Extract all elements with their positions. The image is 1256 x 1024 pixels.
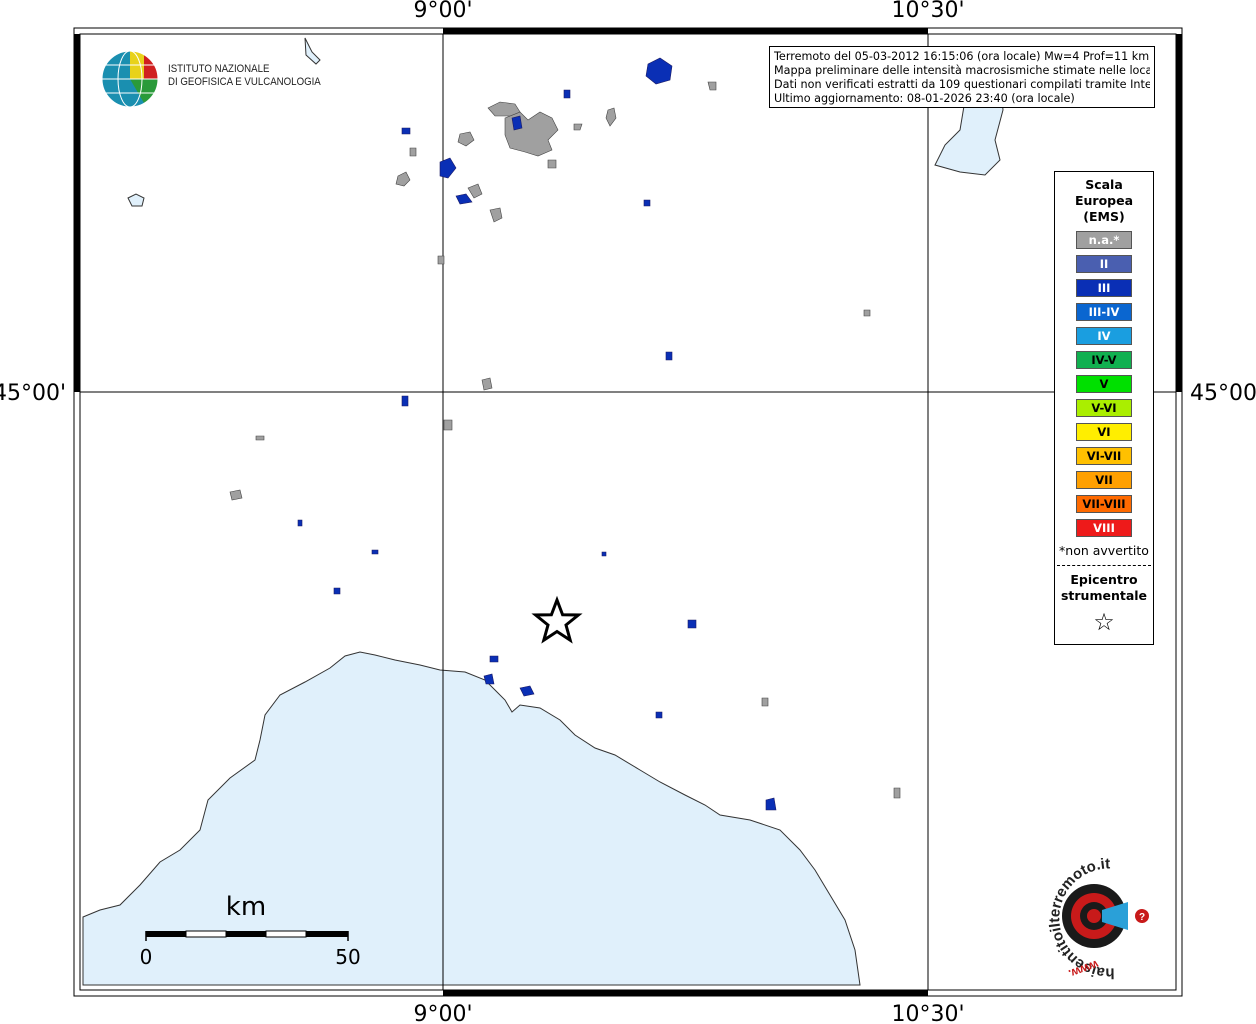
ingv-logo: ISTITUTO NAZIONALE DI GEOFISICA E VULCAN… — [100, 47, 321, 111]
legend-divider — [1057, 565, 1151, 566]
epicenter-star — [531, 595, 583, 644]
scale-bar-start: 0 — [140, 945, 153, 969]
epicenter-legend-line: strumentale — [1060, 588, 1148, 603]
ingv-globe-icon — [101, 50, 159, 108]
locality — [333, 587, 341, 595]
legend-swatch-v-vi: V-VI — [1076, 399, 1132, 417]
legend-swatch-iii-iv: III-IV — [1076, 303, 1132, 321]
locality — [395, 171, 411, 187]
legend-title-line: Europea — [1074, 193, 1134, 208]
locality — [511, 115, 523, 131]
legend-swatches: n.a.* II III III-IV IV IV-V V V-VI VI VI-VII VII VI… — [1055, 231, 1153, 537]
haisentito-center — [1087, 909, 1101, 923]
legend-title: Scala Europea (EMS) — [1055, 177, 1153, 225]
epicenter-star-icon: ☆ — [1093, 608, 1115, 636]
haisentito-logo: haisentitoilterremoto.it www. ? — [1032, 858, 1155, 987]
locality — [409, 147, 417, 157]
locality — [563, 89, 571, 99]
locality — [439, 157, 457, 179]
border-bar — [1176, 34, 1182, 392]
legend-swatch-viii: VIII — [1076, 519, 1132, 537]
locality — [455, 193, 473, 205]
data-source-line: Dati non verificati estratti da 109 ques… — [774, 78, 1150, 91]
locality — [547, 159, 557, 169]
locality — [229, 489, 243, 501]
legend-swatch-iv-v: IV-V — [1076, 351, 1132, 369]
scale-bar-unit: km — [226, 892, 266, 922]
locality — [489, 655, 499, 663]
locality — [765, 797, 777, 811]
locality — [443, 419, 453, 431]
event-info-box: Terremoto del 05-03-2012 16:15:06 (ora l… — [769, 46, 1155, 108]
locality — [489, 207, 503, 223]
locality — [665, 351, 673, 361]
scale-bar-end: 50 — [335, 945, 360, 969]
right-tick-45: 45°00' — [1190, 381, 1256, 406]
legend-title-line: Scala — [1085, 177, 1123, 192]
border-bar — [74, 34, 80, 392]
border-bar — [443, 28, 928, 34]
event-info-line: Terremoto del 05-03-2012 16:15:06 (ora l… — [774, 50, 1150, 63]
legend-swatch-iv: IV — [1076, 327, 1132, 345]
scale-bar-segment — [185, 930, 227, 938]
logo-line2: DI GEOFISICA E VULCANOLOGIA — [168, 76, 321, 88]
locality — [707, 81, 717, 91]
bottom-tick-10-30: 10°30' — [891, 1002, 964, 1024]
legend-swatch-n-a: n.a.* — [1076, 231, 1132, 249]
locality — [655, 711, 663, 719]
locality — [573, 123, 583, 131]
locality — [255, 435, 265, 441]
locality — [643, 199, 651, 207]
legend-swatch-v: V — [1076, 375, 1132, 393]
legend-title-line: (EMS) — [1083, 209, 1125, 224]
legend-swatch-vi-vii: VI-VII — [1076, 447, 1132, 465]
legend-swatch-vii: VII — [1076, 471, 1132, 489]
epicenter-legend-title: Epicentro strumentale — [1055, 572, 1153, 604]
legend-swatch-ii: II — [1076, 255, 1132, 273]
scale-bar-segment — [146, 931, 186, 937]
locality — [519, 685, 535, 697]
border-bar — [443, 990, 928, 996]
locality — [467, 183, 483, 199]
question-icon: ? — [1139, 912, 1145, 923]
bottom-tick-9: 9°00' — [413, 1002, 472, 1024]
locality — [863, 309, 871, 317]
legend-swatch-iii: III — [1076, 279, 1132, 297]
scale-bar-segment — [265, 930, 307, 938]
legend-swatch-vi: VI — [1076, 423, 1132, 441]
legend-note: *non avvertito — [1059, 543, 1149, 558]
locality — [371, 549, 379, 555]
left-tick-45: 45°00' — [0, 381, 66, 406]
top-tick-9: 9°00' — [413, 0, 472, 23]
locality — [687, 619, 697, 629]
locality — [437, 255, 445, 265]
locality — [645, 57, 673, 85]
map-description-line: Mappa preliminare delle intensità macros… — [774, 64, 1150, 77]
locality — [487, 101, 521, 117]
locality — [601, 551, 607, 557]
scale-bar-segment — [306, 931, 348, 937]
logo-line1: ISTITUTO NAZIONALE — [168, 63, 270, 75]
top-tick-10-30: 10°30' — [891, 0, 964, 23]
locality — [457, 131, 475, 147]
locality — [401, 127, 411, 135]
locality — [481, 377, 493, 391]
lake — [127, 193, 145, 207]
locality — [401, 395, 409, 407]
ems-legend: Scala Europea (EMS) n.a.* II III III-IV IV IV… — [1054, 171, 1154, 645]
locality — [483, 673, 495, 685]
last-update-line: Ultimo aggiornamento: 08-01-2026 23:40 (… — [774, 92, 1075, 105]
locality — [761, 697, 769, 707]
legend-swatch-vii-viii: VII-VIII — [1076, 495, 1132, 513]
locality — [893, 787, 901, 799]
locality — [605, 107, 617, 127]
scale-bar-segment — [226, 931, 266, 937]
locality — [297, 519, 303, 527]
epicenter-legend-line: Epicentro — [1070, 572, 1138, 587]
